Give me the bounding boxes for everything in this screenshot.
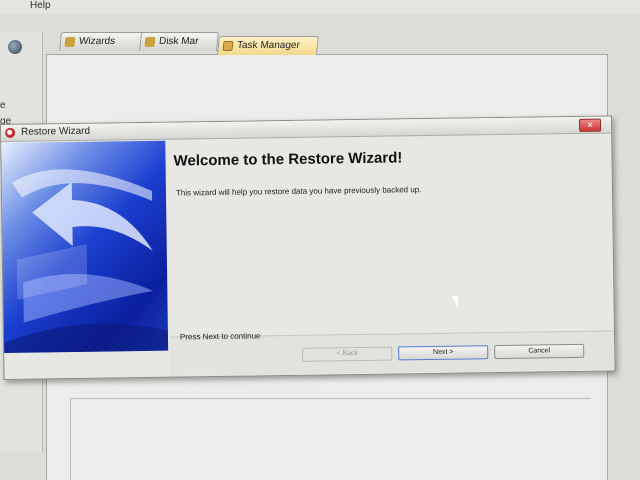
tab-disk-management[interactable]: Disk Mar	[139, 32, 219, 51]
wand-icon	[64, 37, 76, 47]
globe-icon[interactable]	[8, 40, 22, 54]
screen: Help e ge Wizards Disk Mar Task Manager	[0, 0, 640, 480]
nav-item-fragment[interactable]: e	[0, 100, 6, 111]
restore-wizard-dialog: Restore Wizard ✕ Welcome to the Restore …	[0, 115, 616, 380]
close-icon: ✕	[586, 120, 594, 130]
tab-label: Wizards	[78, 36, 116, 47]
back-button[interactable]: < Back	[302, 346, 393, 362]
content-grid-lines	[70, 398, 591, 480]
wizard-description: This wizard will help you restore data y…	[175, 185, 422, 198]
cancel-button[interactable]: Cancel	[494, 343, 585, 360]
restore-wizard-icon	[5, 127, 16, 138]
tab-label: Disk Mar	[158, 36, 200, 47]
menu-bar: Help	[0, 0, 640, 14]
disk-icon	[144, 37, 156, 47]
menu-help[interactable]: Help	[30, 0, 51, 11]
dialog-title: Restore Wizard	[21, 125, 91, 138]
wizard-banner-image	[1, 140, 169, 353]
press-next-instruction: Press Next to continue	[179, 331, 261, 342]
next-button[interactable]: Next >	[398, 345, 489, 361]
tab-wizards[interactable]: Wizards	[59, 32, 151, 51]
banner-art	[4, 169, 169, 353]
close-button[interactable]: ✕	[578, 118, 602, 132]
tab-label: Task Manager	[236, 40, 301, 51]
wizard-heading: Welcome to the Restore Wizard!	[173, 149, 403, 170]
task-icon	[222, 41, 234, 51]
tab-task-manager[interactable]: Task Manager	[217, 36, 319, 55]
mouse-pointer-icon	[452, 296, 458, 308]
